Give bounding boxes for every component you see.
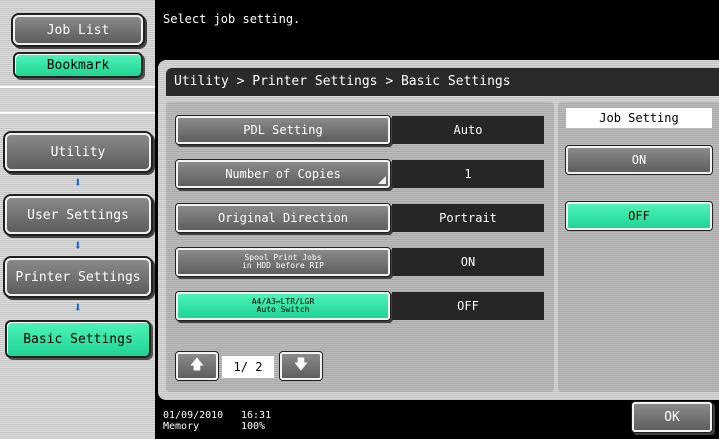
pagination: 🡅 1/ 2 🡇 [176,352,346,382]
arrow-down-icon: 🡇 [293,357,309,373]
arrow-down-icon: ⬇ [73,300,83,316]
divider [0,112,155,114]
setting-row: Spool Print Jobs in HDD before RIP ON [176,248,544,276]
breadcrumb: Utility > Printer Settings > Basic Setti… [166,68,719,96]
page-up-button[interactable]: 🡅 [176,352,218,380]
setting-row: Original Direction Portrait [176,204,544,232]
memory-value: 100% [241,421,266,432]
arrow-up-icon: 🡅 [189,357,205,373]
status-time: 16:31 [241,410,272,421]
ok-button[interactable]: OK [632,402,712,432]
setting-row: A4/A3↔LTR/LGR Auto Switch OFF [176,292,544,320]
original-direction-value: Portrait [392,204,544,232]
instruction-message: Select job setting. [163,12,301,26]
status-area: 01/09/2010 16:31 Memory 100% [163,410,271,432]
breadcrumb-printer-settings-button[interactable]: Printer Settings [5,258,151,296]
bookmark-button[interactable]: Bookmark [13,52,143,78]
breadcrumb-utility-button[interactable]: Utility [5,133,151,171]
number-of-copies-button[interactable]: Number of Copies [176,160,390,188]
job-setting-off-button[interactable]: OFF [566,202,712,230]
main-panel: Utility > Printer Settings > Basic Setti… [158,60,719,400]
arrow-down-icon: ⬇ [73,238,83,254]
settings-list: PDL Setting Auto Number of Copies 1 Orig… [166,102,554,392]
breadcrumb-user-settings-button[interactable]: User Settings [5,196,151,234]
setting-row: PDL Setting Auto [176,116,544,144]
divider [0,86,155,88]
number-of-copies-value: 1 [392,160,544,188]
page-indicator: 1/ 2 [222,356,274,378]
status-date: 01/09/2010 [163,410,224,421]
paper-auto-switch-value: OFF [392,292,544,320]
breadcrumb-basic-settings-button[interactable]: Basic Settings [5,320,151,358]
spool-print-jobs-button[interactable]: Spool Print Jobs in HDD before RIP [176,248,390,276]
paper-auto-switch-button[interactable]: A4/A3↔LTR/LGR Auto Switch [176,292,390,320]
job-setting-panel: Job Setting ON OFF [558,102,719,392]
spool-label-line2: in HDD before RIP [242,261,324,270]
auto-switch-label-line2: Auto Switch [256,305,310,314]
spool-print-jobs-value: ON [392,248,544,276]
memory-label: Memory [163,421,200,432]
number-of-copies-label: Number of Copies [225,167,341,181]
job-setting-on-button[interactable]: ON [566,146,712,174]
pdl-setting-button[interactable]: PDL Setting [176,116,390,144]
arrow-down-icon: ⬇ [73,175,83,191]
corner-triangle-icon [378,176,386,184]
original-direction-button[interactable]: Original Direction [176,204,390,232]
left-navigation-panel: Job List Bookmark Utility ⬇ User Setting… [0,0,155,439]
pdl-setting-value: Auto [392,116,544,144]
job-list-button[interactable]: Job List [13,15,143,45]
setting-row: Number of Copies 1 [176,160,544,188]
job-setting-title: Job Setting [566,108,712,128]
page-down-button[interactable]: 🡇 [280,352,322,380]
